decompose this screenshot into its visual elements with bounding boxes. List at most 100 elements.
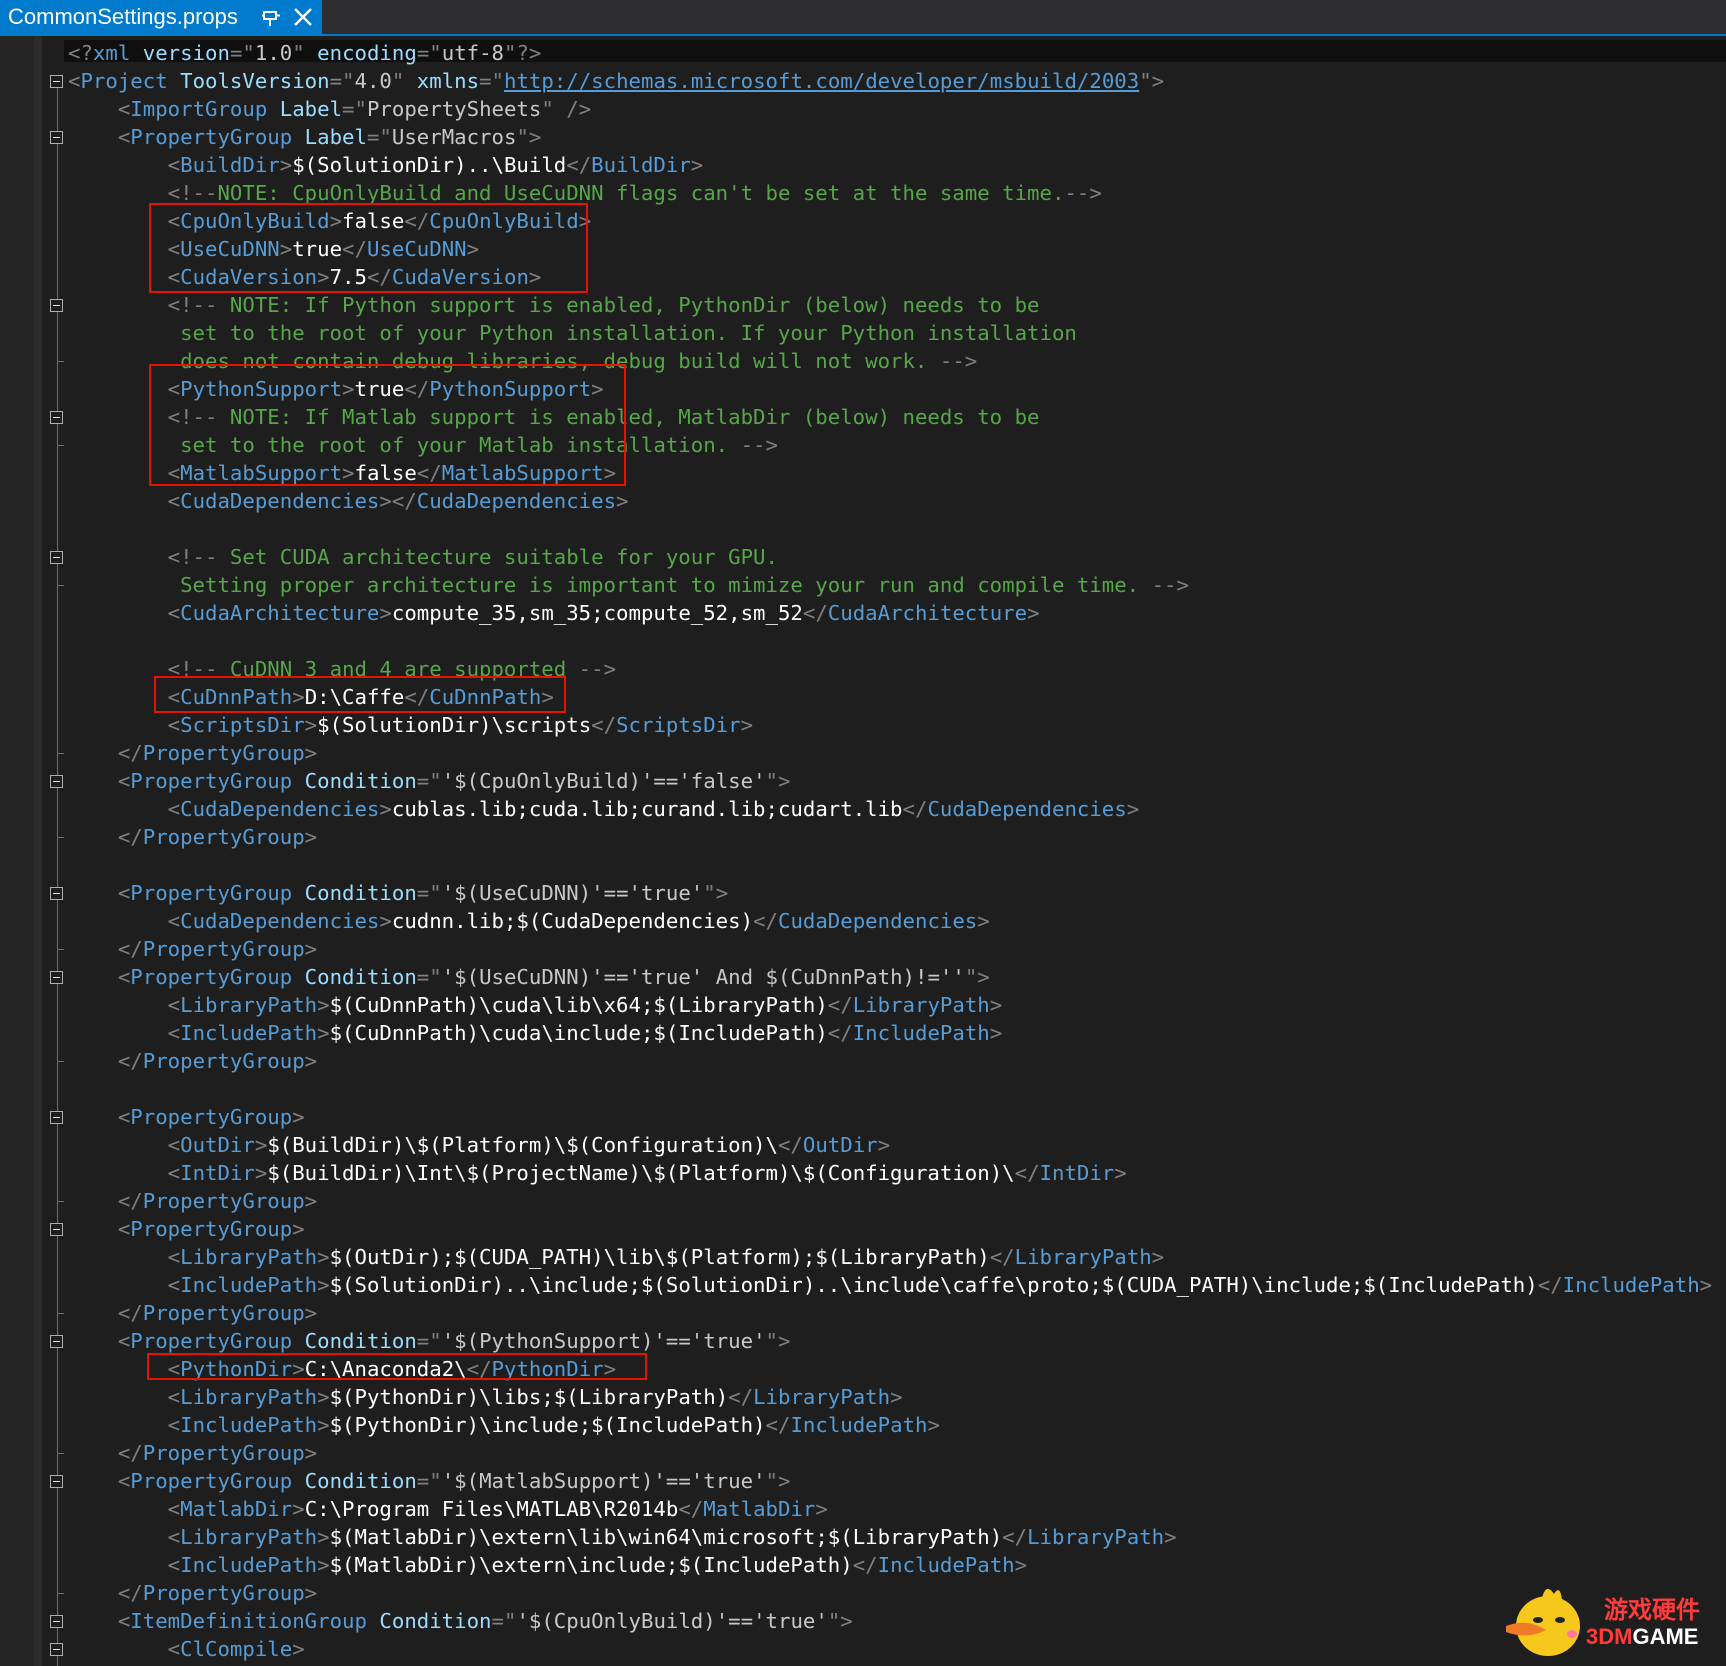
xml-symbol: < bbox=[117, 769, 131, 793]
close-icon[interactable] bbox=[290, 4, 316, 30]
xml-symbol: </ bbox=[852, 1553, 878, 1577]
code-line[interactable]: <LibraryPath>$(CuDnnPath)\cuda\lib\x64;$… bbox=[68, 992, 1003, 1018]
code-line[interactable]: <ImportGroup Label="PropertySheets" /> bbox=[68, 96, 591, 122]
xml-element-name: IncludePath bbox=[877, 1553, 1015, 1577]
xml-symbol: --> bbox=[1064, 181, 1102, 205]
code-line[interactable]: </PropertyGroup> bbox=[68, 740, 317, 766]
code-line[interactable]: <LibraryPath>$(OutDir);$(CUDA_PATH)\lib\… bbox=[68, 1244, 1164, 1270]
code-line[interactable]: <IntDir>$(BuildDir)\Int\$(ProjectName)\$… bbox=[68, 1160, 1127, 1186]
xml-symbol: =" bbox=[416, 41, 442, 65]
code-line[interactable]: </PropertyGroup> bbox=[68, 936, 317, 962]
code-line[interactable]: <PropertyGroup Condition="'$(MatlabSuppo… bbox=[68, 1468, 791, 1494]
xml-attribute-value: '$(CpuOnlyBuild)'=='false' bbox=[441, 769, 766, 793]
xml-symbol: </ bbox=[1537, 1273, 1563, 1297]
xml-text bbox=[68, 1105, 118, 1129]
xml-text bbox=[68, 1329, 118, 1353]
xml-element-name: LibraryPath bbox=[852, 993, 990, 1017]
code-line[interactable]: <BuildDir>$(SolutionDir)..\Build</BuildD… bbox=[68, 152, 704, 178]
code-line[interactable]: <MatlabDir>C:\Program Files\MATLAB\R2014… bbox=[68, 1496, 828, 1522]
code-line[interactable]: <!-- NOTE: If Python support is enabled,… bbox=[68, 292, 1040, 318]
code-line[interactable]: <PropertyGroup Condition="'$(UseCuDNN)'=… bbox=[68, 880, 728, 906]
xml-symbol: </ bbox=[117, 741, 143, 765]
xml-symbol: </ bbox=[989, 1245, 1015, 1269]
code-line[interactable]: </PropertyGroup> bbox=[68, 1048, 317, 1074]
xml-element-name: MatlabDir bbox=[180, 1497, 293, 1521]
xml-symbol: < bbox=[167, 1525, 181, 1549]
xml-symbol: < bbox=[167, 1413, 181, 1437]
xml-attribute-value: PropertySheets bbox=[366, 97, 542, 121]
xml-symbol: < bbox=[117, 1609, 131, 1633]
code-line[interactable]: <ItemDefinitionGroup Condition="'$(CpuOn… bbox=[68, 1608, 853, 1634]
xml-text: $(CuDnnPath)\cuda\include;$(IncludePath) bbox=[329, 1021, 828, 1045]
code-line[interactable]: <CudaDependencies>cudnn.lib;$(CudaDepend… bbox=[68, 908, 990, 934]
xml-text: $(SolutionDir)..\include;$(SolutionDir).… bbox=[329, 1273, 1538, 1297]
xml-element-name: CudaDependencies bbox=[180, 489, 380, 513]
xml-text bbox=[68, 293, 168, 317]
xml-symbol: > bbox=[1699, 1273, 1713, 1297]
xml-attribute-name: Label bbox=[292, 125, 367, 149]
code-line[interactable]: <CudaDependencies>cublas.lib;cuda.lib;cu… bbox=[68, 796, 1140, 822]
xml-element-name: PropertyGroup bbox=[130, 125, 293, 149]
xml-symbol: =" bbox=[416, 1469, 442, 1493]
highlight-box-cudnn-path bbox=[154, 676, 566, 713]
xml-text bbox=[68, 993, 168, 1017]
xml-symbol: > bbox=[379, 909, 392, 933]
watermark-brand-prefix: 3DM bbox=[1586, 1624, 1633, 1649]
xml-symbol: < bbox=[167, 1133, 181, 1157]
code-line[interactable]: </PropertyGroup> bbox=[68, 824, 317, 850]
code-line[interactable]: <LibraryPath>$(MatlabDir)\extern\lib\win… bbox=[68, 1524, 1177, 1550]
code-line[interactable]: <CudaDependencies></CudaDependencies> bbox=[68, 488, 629, 514]
xml-attribute-name: ToolsVersion bbox=[167, 69, 330, 93]
xml-symbol: > bbox=[304, 713, 318, 737]
xml-text bbox=[68, 1273, 168, 1297]
code-line[interactable]: </PropertyGroup> bbox=[68, 1580, 317, 1606]
code-line[interactable]: <CudaArchitecture>compute_35,sm_35;compu… bbox=[68, 600, 1040, 626]
xml-symbol: > bbox=[317, 1273, 330, 1297]
code-line[interactable]: </PropertyGroup> bbox=[68, 1440, 317, 1466]
xml-symbol: </ bbox=[765, 1413, 791, 1437]
xml-symbol: " bbox=[391, 69, 405, 93]
xml-symbol: < bbox=[167, 1553, 181, 1577]
code-line[interactable]: <!-- Set CUDA architecture suitable for … bbox=[68, 544, 778, 570]
code-line[interactable]: <OutDir>$(BuildDir)\$(Platform)\$(Config… bbox=[68, 1132, 890, 1158]
xml-symbol: < bbox=[167, 153, 181, 177]
xml-element-name: ScriptsDir bbox=[180, 713, 305, 737]
code-line[interactable]: <?xml version="1.0" encoding="utf-8"?> bbox=[68, 40, 541, 66]
xml-text bbox=[68, 1189, 118, 1213]
xml-symbol: </ bbox=[117, 1301, 143, 1325]
code-line[interactable]: <IncludePath>$(SolutionDir)..\include;$(… bbox=[68, 1272, 1713, 1298]
xml-namespace-url[interactable]: http://schemas.microsoft.com/developer/m… bbox=[504, 69, 1139, 93]
xml-symbol: <!-- bbox=[167, 181, 218, 205]
code-line[interactable]: <IncludePath>$(PythonDir)\include;$(Incl… bbox=[68, 1412, 940, 1438]
code-line[interactable]: <PropertyGroup> bbox=[68, 1104, 305, 1130]
code-line[interactable]: <ScriptsDir>$(SolutionDir)\scripts</Scri… bbox=[68, 712, 753, 738]
xml-symbol: > bbox=[292, 1497, 305, 1521]
tab-commonsettings-props[interactable]: CommonSettings.props bbox=[0, 0, 322, 34]
xml-text bbox=[68, 1637, 168, 1661]
code-line[interactable]: </PropertyGroup> bbox=[68, 1300, 317, 1326]
xml-symbol: < bbox=[117, 965, 131, 989]
xml-symbol: --> bbox=[1151, 573, 1189, 597]
code-line[interactable]: <ClCompile> bbox=[68, 1636, 305, 1662]
code-line[interactable]: set to the root of your Python installat… bbox=[68, 320, 1077, 346]
code-line[interactable]: <PropertyGroup Label="UserMacros"> bbox=[68, 124, 542, 150]
pin-icon[interactable] bbox=[260, 4, 282, 30]
code-line[interactable]: <PropertyGroup> bbox=[68, 1216, 305, 1242]
xml-element-name: LibraryPath bbox=[180, 1525, 318, 1549]
code-line[interactable]: Setting proper architecture is important… bbox=[68, 572, 1189, 598]
code-line[interactable]: <PropertyGroup Condition="'$(UseCuDNN)'=… bbox=[68, 964, 990, 990]
xml-element-name: PropertyGroup bbox=[130, 1217, 293, 1241]
xml-symbol: "> bbox=[703, 881, 729, 905]
code-line[interactable]: <PropertyGroup Condition="'$(PythonSuppo… bbox=[68, 1328, 791, 1354]
xml-attribute-name: Condition bbox=[366, 1609, 492, 1633]
code-line[interactable]: <IncludePath>$(MatlabDir)\extern\include… bbox=[68, 1552, 1027, 1578]
xml-comment: NOTE: If Python support is enabled, Pyth… bbox=[217, 293, 1040, 317]
code-line[interactable]: <Project ToolsVersion="4.0" xmlns="http:… bbox=[68, 68, 1164, 94]
xml-text bbox=[68, 1609, 118, 1633]
code-line[interactable]: </PropertyGroup> bbox=[68, 1188, 317, 1214]
xml-symbol: < bbox=[167, 993, 181, 1017]
code-line[interactable]: <PropertyGroup Condition="'$(CpuOnlyBuil… bbox=[68, 768, 791, 794]
code-line[interactable]: <IncludePath>$(CuDnnPath)\cuda\include;$… bbox=[68, 1020, 1003, 1046]
code-line[interactable]: <LibraryPath>$(PythonDir)\libs;$(Library… bbox=[68, 1384, 903, 1410]
xml-symbol: =" bbox=[366, 125, 392, 149]
